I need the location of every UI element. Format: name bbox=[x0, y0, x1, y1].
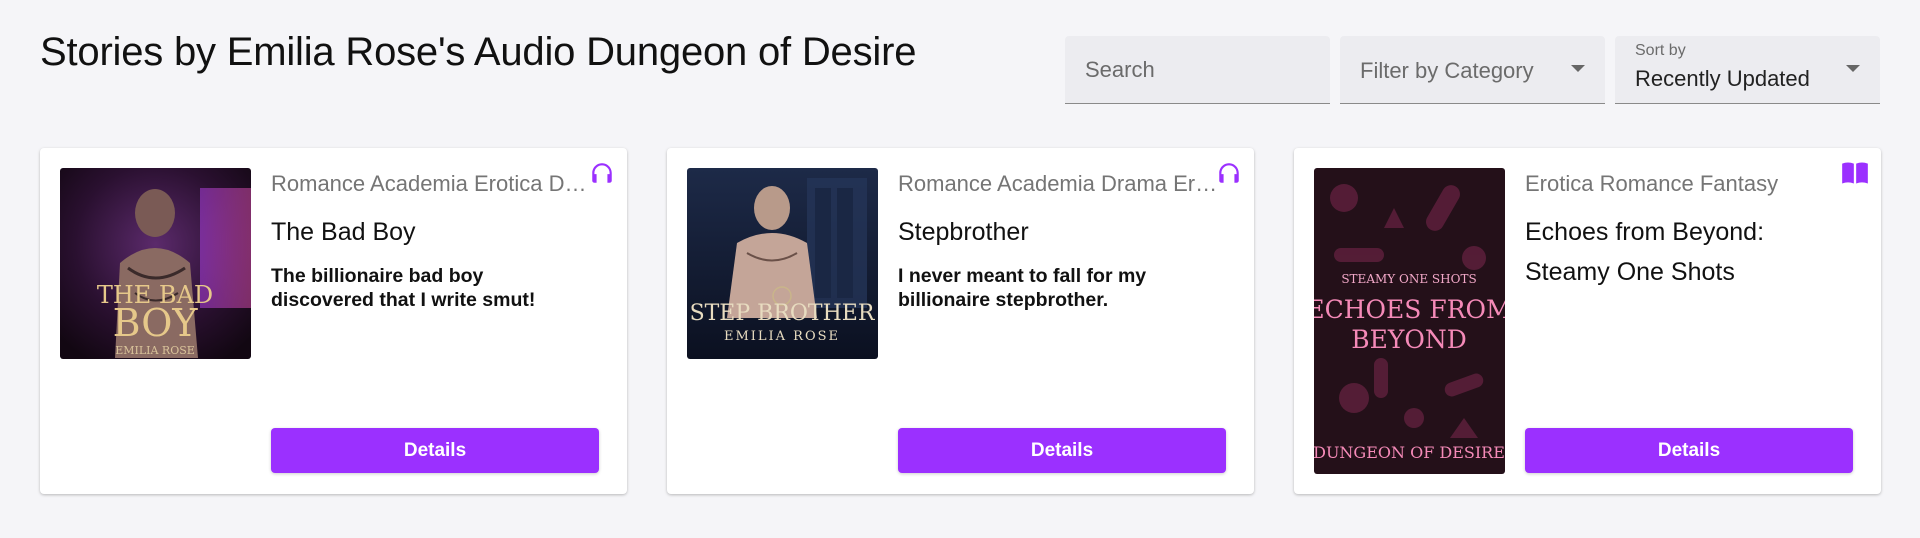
story-card: STEP BROTHER EMILIA ROSE Romance Academi… bbox=[667, 148, 1254, 494]
story-title: Echoes from Beyond: Steamy One Shots bbox=[1525, 218, 1765, 286]
cover-title: STEP BROTHER bbox=[690, 301, 876, 326]
story-categories: Romance Academia Erotica Drama bbox=[271, 171, 591, 196]
story-categories: Erotica Romance Fantasy bbox=[1525, 171, 1779, 196]
details-button[interactable]: Details bbox=[1525, 428, 1853, 473]
story-list: THE BAD BOY EMILIA ROSE Romance Academia… bbox=[40, 148, 1881, 494]
chevron-down-icon bbox=[1571, 65, 1585, 72]
story-tagline: The billionaire bad boy discovered that … bbox=[271, 265, 536, 311]
cover-footer: DUNGEON OF DESIRE bbox=[1314, 443, 1505, 462]
category-filter-select[interactable]: Filter by Category bbox=[1340, 36, 1605, 104]
cover-title-line2: BEYOND bbox=[1351, 325, 1467, 354]
story-info: Erotica Romance Fantasy Echoes from Beyo… bbox=[1525, 168, 1853, 304]
category-filter-placeholder: Filter by Category bbox=[1360, 58, 1534, 83]
story-title: Stepbrother bbox=[898, 218, 1029, 246]
page-title: Stories by Emilia Rose's Audio Dungeon o… bbox=[40, 30, 917, 74]
cover-kicker: STEAMY ONE SHOTS bbox=[1341, 272, 1476, 286]
search-field[interactable] bbox=[1065, 36, 1330, 104]
details-button[interactable]: Details bbox=[898, 428, 1226, 473]
story-info: Romance Academia Drama Erotica Stepbroth… bbox=[898, 168, 1226, 312]
cover-author: EMILIA ROSE bbox=[724, 329, 840, 344]
story-cover-image: THE BAD BOY EMILIA ROSE bbox=[60, 168, 251, 359]
sort-select[interactable]: Sort by Recently Updated bbox=[1615, 36, 1880, 104]
story-tagline: I never meant to fall for my billionaire… bbox=[898, 265, 1147, 311]
story-categories: Romance Academia Drama Erotica bbox=[898, 171, 1218, 196]
story-cover-image: STEAMY ONE SHOTS ECHOES FROM BEYOND DUNG… bbox=[1314, 168, 1505, 474]
story-info: Romance Academia Erotica Drama The Bad B… bbox=[271, 168, 599, 312]
cover-title-line1: ECHOES FROM bbox=[1314, 295, 1505, 324]
chevron-down-icon bbox=[1846, 65, 1860, 72]
story-cover-image: STEP BROTHER EMILIA ROSE bbox=[687, 168, 878, 359]
details-button[interactable]: Details bbox=[271, 428, 599, 473]
story-title: The Bad Boy bbox=[271, 218, 416, 246]
cover-title-line2: BOY bbox=[113, 301, 199, 345]
sort-value: Recently Updated bbox=[1635, 66, 1810, 91]
cover-author: EMILIA ROSE bbox=[115, 344, 195, 357]
sort-label: Sort by bbox=[1635, 42, 1686, 59]
toolbar: Filter by Category Sort by Recently Upda… bbox=[1065, 36, 1880, 104]
search-input[interactable] bbox=[1065, 36, 1330, 103]
story-card: THE BAD BOY EMILIA ROSE Romance Academia… bbox=[40, 148, 627, 494]
story-card: STEAMY ONE SHOTS ECHOES FROM BEYOND DUNG… bbox=[1294, 148, 1881, 494]
